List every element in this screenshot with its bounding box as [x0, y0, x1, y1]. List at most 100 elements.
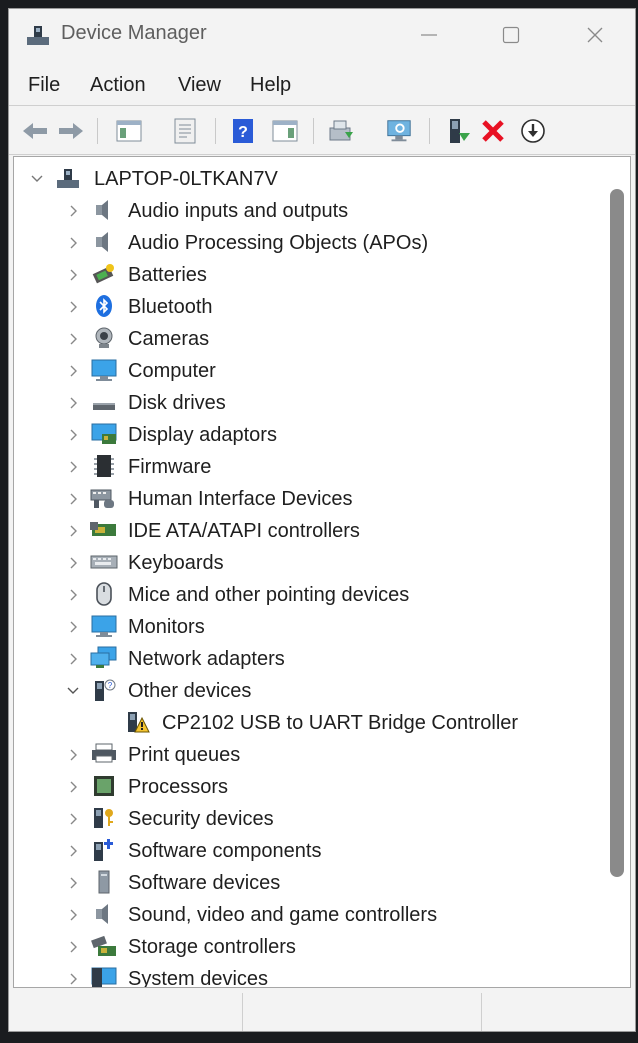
chevron-right-icon[interactable]	[66, 331, 80, 347]
back-button[interactable]	[21, 117, 49, 145]
tree-item-computer[interactable]: Computer	[14, 355, 604, 387]
tree-item-label: System devices	[128, 968, 269, 988]
tree-item-network-adapters[interactable]: Network adapters	[14, 643, 604, 675]
chevron-right-icon[interactable]	[66, 971, 80, 987]
tree-item-bluetooth[interactable]: Bluetooth	[14, 291, 604, 323]
action-pane-icon	[272, 120, 298, 142]
chevron-right-icon[interactable]	[66, 907, 80, 923]
enable-device-button[interactable]	[445, 117, 473, 145]
tree-item-software-devices[interactable]: Software devices	[14, 867, 604, 899]
chevron-right-icon[interactable]	[66, 459, 80, 475]
monitor-icon	[91, 615, 117, 637]
chevron-right-icon[interactable]	[66, 875, 80, 891]
chevron-right-icon[interactable]	[66, 235, 80, 251]
tree-item-software-components[interactable]: Software components	[14, 835, 604, 867]
tree-item-label: CP2102 USB to UART Bridge Controller	[162, 712, 519, 734]
forward-button[interactable]	[57, 117, 85, 145]
tree-item-firmware[interactable]: Firmware	[14, 451, 604, 483]
tree-item-security-devices[interactable]: Security devices	[14, 803, 604, 835]
chevron-right-icon[interactable]	[66, 267, 80, 283]
uninstall-device-button[interactable]	[479, 117, 507, 145]
tree-item-processors[interactable]: Processors	[14, 771, 604, 803]
tree-item-label: Disk drives	[128, 392, 226, 414]
software-component-icon	[94, 839, 113, 861]
tree-item-ide-ata-atapi-controllers[interactable]: IDE ATA/ATAPI controllers	[14, 515, 604, 547]
chevron-right-icon[interactable]	[66, 651, 80, 667]
minimize-button[interactable]	[401, 17, 457, 53]
tree-item-cp2102-usb-to-uart-bridge-controller[interactable]: CP2102 USB to UART Bridge Controller	[14, 707, 604, 739]
forward-arrow-icon	[59, 123, 83, 139]
chevron-right-icon[interactable]	[66, 395, 80, 411]
tree-item-mice-and-other-pointing-devices[interactable]: Mice and other pointing devices	[14, 579, 604, 611]
chevron-right-icon[interactable]	[66, 203, 80, 219]
maximize-button[interactable]	[483, 17, 539, 53]
maximize-icon	[502, 26, 520, 44]
tree-item-monitors[interactable]: Monitors	[14, 611, 604, 643]
close-button[interactable]	[567, 17, 623, 53]
chevron-right-icon[interactable]	[66, 491, 80, 507]
chevron-right-icon[interactable]	[66, 779, 80, 795]
keyboard-icon	[90, 555, 118, 569]
tree-item-system-devices[interactable]: System devices	[14, 963, 604, 988]
chevron-right-icon[interactable]	[66, 619, 80, 635]
help-button[interactable]: ?	[229, 117, 257, 145]
tree-root[interactable]: LAPTOP-0LTKAN7V	[14, 163, 604, 195]
security-key-icon	[94, 808, 113, 828]
tree-item-print-queues[interactable]: Print queues	[14, 739, 604, 771]
scan-hardware-icon	[387, 120, 411, 142]
tree-item-disk-drives[interactable]: Disk drives	[14, 387, 604, 419]
chevron-down-icon[interactable]	[66, 683, 80, 699]
properties-button[interactable]	[171, 117, 199, 145]
scan-hardware-button[interactable]	[385, 117, 413, 145]
tree-item-display-adaptors[interactable]: Display adaptors	[14, 419, 604, 451]
tree-item-cameras[interactable]: Cameras	[14, 323, 604, 355]
tree-item-audio-processing-objects[interactable]: Audio Processing Objects (APOs)	[14, 227, 604, 259]
tree-item-label: Processors	[128, 776, 229, 798]
enable-device-icon	[450, 119, 470, 143]
menu-help[interactable]: Help	[250, 74, 291, 97]
device-manager-app-icon	[27, 26, 49, 45]
chevron-right-icon[interactable]	[66, 363, 80, 379]
tree-item-other-devices[interactable]: ? Other devices	[14, 675, 604, 707]
chevron-right-icon[interactable]	[66, 299, 80, 315]
vertical-scrollbar-thumb[interactable]	[610, 189, 624, 877]
toolbar-separator	[429, 118, 430, 144]
tree-item-keyboards[interactable]: Keyboards	[14, 547, 604, 579]
tree-item-label: Storage controllers	[128, 936, 296, 958]
disk-drive-icon	[93, 403, 115, 410]
storage-controller-icon	[91, 935, 116, 956]
menu-view[interactable]: View	[178, 74, 221, 97]
help-icon: ?	[233, 119, 253, 143]
tree-root-label: LAPTOP-0LTKAN7V	[94, 168, 278, 190]
update-driver-button[interactable]	[327, 117, 355, 145]
menu-action[interactable]: Action	[90, 74, 146, 97]
tree-item-batteries[interactable]: Batteries	[14, 259, 604, 291]
status-bar	[9, 993, 635, 1031]
chevron-right-icon[interactable]	[66, 587, 80, 603]
download-driver-button[interactable]	[519, 117, 547, 145]
chevron-right-icon[interactable]	[66, 523, 80, 539]
toolbar-separator	[215, 118, 216, 144]
action-pane-button[interactable]	[271, 117, 299, 145]
title-bar[interactable]: Device Manager	[9, 9, 635, 61]
bluetooth-icon	[96, 295, 112, 317]
tree-item-human-interface-devices[interactable]: Human Interface Devices	[14, 483, 604, 515]
chevron-right-icon[interactable]	[66, 427, 80, 443]
chevron-right-icon[interactable]	[66, 939, 80, 955]
chevron-right-icon[interactable]	[66, 747, 80, 763]
chevron-right-icon[interactable]	[66, 843, 80, 859]
tree-item-storage-controllers[interactable]: Storage controllers	[14, 931, 604, 963]
chevron-down-icon[interactable]	[30, 171, 44, 187]
close-icon	[587, 27, 603, 43]
display-adapter-icon	[91, 423, 117, 444]
chevron-right-icon[interactable]	[66, 555, 80, 571]
tree-item-audio-inputs[interactable]: Audio inputs and outputs	[14, 195, 604, 227]
show-hide-tree-button[interactable]	[115, 117, 143, 145]
properties-icon	[174, 118, 196, 144]
tree-item-sound-video-and-game-controllers[interactable]: Sound, video and game controllers	[14, 899, 604, 931]
menu-file[interactable]: File	[28, 74, 60, 97]
chevron-right-icon[interactable]	[66, 811, 80, 827]
network-adapter-icon	[90, 646, 117, 668]
device-tree[interactable]: LAPTOP-0LTKAN7V Audio inputs and outputs…	[13, 156, 631, 988]
firmware-chip-icon	[94, 455, 114, 477]
